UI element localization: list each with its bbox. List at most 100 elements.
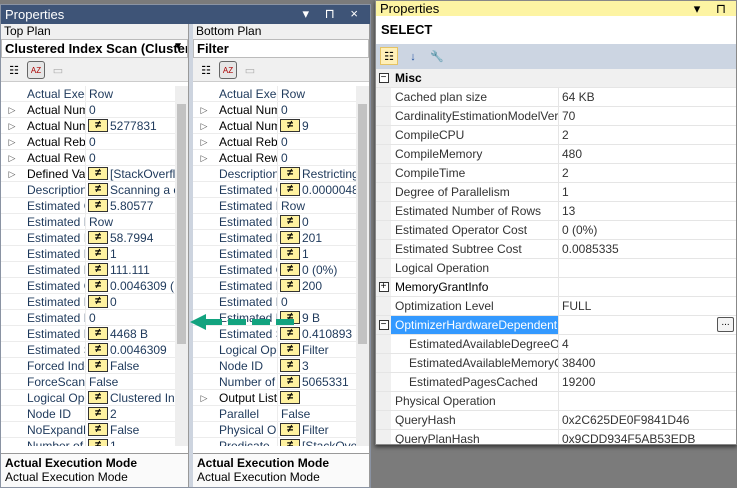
ellipsis-button[interactable]: ... [717, 317, 734, 332]
property-row[interactable]: Estimated Rebinds≠200 [193, 278, 356, 294]
property-row[interactable]: ▷Actual Rewinds0 [193, 150, 356, 166]
window-controls[interactable]: ▾ ⊓ × [303, 6, 364, 22]
property-row[interactable]: ▷Actual Number of Rows≠9 [193, 118, 356, 134]
property-row[interactable]: Actual Execution ModeRow [193, 86, 356, 102]
alphabetical-sort-icon[interactable]: AZ [27, 61, 45, 79]
property-row[interactable]: Estimated Number of Executions≠201 [193, 230, 356, 246]
property-row[interactable]: EstimatedPagesCached 19200 [376, 373, 736, 392]
vertical-scrollbar[interactable] [356, 86, 369, 446]
property-row[interactable]: Logical Operation [376, 259, 736, 278]
property-row[interactable]: CompileTime 2 [376, 164, 736, 183]
property-row[interactable]: −OptimizerHardwareDependentProperties... [376, 316, 736, 335]
alphabetical-sort-icon[interactable]: ↓ [404, 47, 422, 65]
window-controls[interactable]: ▾ ⊓ [694, 1, 732, 16]
property-row[interactable]: Node ID ≠ 3 [193, 358, 356, 374]
property-row[interactable]: Degree of Parallelism 1 [376, 183, 736, 202]
property-row[interactable]: Optimization Level FULL [376, 297, 736, 316]
property-row[interactable]: EstimatedAvailableMemoryGrant38400 [376, 354, 736, 373]
property-row[interactable]: Cached plan size 64 KB [376, 88, 736, 107]
property-row[interactable]: Estimated Operator Cost≠0 (0%) [193, 262, 356, 278]
property-row[interactable]: ▷Actual Rebinds0 [193, 134, 356, 150]
expand-arrow-icon[interactable]: ▷ [193, 390, 215, 405]
property-row[interactable]: ▷Actual Rebinds0 [1, 134, 175, 150]
object-selector[interactable]: SELECT [376, 16, 736, 44]
property-row[interactable]: Estimated Operator Cost≠0.0046309 ( [1, 278, 175, 294]
property-row[interactable]: Number of Executions≠5065331 [193, 374, 356, 390]
collapse-icon[interactable]: − [378, 73, 389, 83]
property-row[interactable]: Estimated Operator Cost 0 (0%) [376, 221, 736, 240]
expand-arrow-icon[interactable]: ▷ [1, 134, 23, 149]
property-row[interactable]: Actual Execution ModeRow [1, 86, 175, 102]
expand-arrow-icon[interactable]: ▷ [1, 150, 23, 165]
property-row[interactable]: CompileCPU 2 [376, 126, 736, 145]
expand-arrow-icon[interactable]: ▷ [1, 166, 23, 181]
property-row[interactable]: Estimated Subtree Cost≠0.0046309 [1, 342, 175, 358]
property-row[interactable]: ▷Defined Values≠[StackOverflow] [1, 166, 175, 182]
expand-arrow-icon[interactable]: ▷ [1, 118, 23, 133]
property-row[interactable]: NoExpandHint≠False [1, 422, 175, 438]
property-row[interactable]: Parallel False [193, 406, 356, 422]
property-row[interactable]: Estimated Rewinds0 [193, 294, 356, 310]
property-row[interactable]: Estimated I/O Cost≠58.7994 [1, 230, 175, 246]
property-row[interactable]: Estimated CPU Cost≠5.80577 [1, 198, 175, 214]
property-row[interactable]: Estimated CPU Cost≠0.0000048 [193, 182, 356, 198]
property-row[interactable]: Estimated Row Size≠4468 B [1, 326, 175, 342]
property-row[interactable]: QueryHash 0x2C625DE0F9841D46 [376, 411, 736, 430]
property-row[interactable]: ForceScan False [1, 374, 175, 390]
property-row[interactable]: ▷ Output List ≠ [193, 390, 356, 406]
vertical-scrollbar[interactable] [175, 86, 188, 446]
property-row[interactable]: Physical Operation≠Filter [193, 422, 356, 438]
property-row[interactable]: Estimated Rewinds0 [1, 310, 175, 326]
property-pages-icon[interactable]: 🔧 [428, 47, 446, 65]
alphabetical-sort-icon[interactable]: AZ [219, 61, 237, 79]
scrollbar-thumb[interactable] [177, 104, 186, 344]
expand-arrow-icon[interactable]: ▷ [193, 150, 215, 165]
property-row[interactable]: ▷Actual Number of Batches0 [193, 102, 356, 118]
expand-arrow-icon[interactable]: ▷ [1, 102, 23, 117]
property-row[interactable]: + MemoryGrantInfo [376, 278, 736, 297]
property-row[interactable]: Estimated Number of Rows≠1 [193, 246, 356, 262]
property-row[interactable]: Logical Operation≠Filter [193, 342, 356, 358]
property-row[interactable]: Estimated Number of Rows 13 [376, 202, 736, 221]
categorized-icon[interactable]: ☷ [5, 61, 23, 79]
property-row[interactable]: QueryPlanHash 0x9CDD934F5AB53EDB [376, 430, 736, 444]
property-row[interactable]: CompileMemory 480 [376, 145, 736, 164]
collapse-icon[interactable]: − [378, 320, 389, 330]
property-row[interactable]: CardinalityEstimationModelVersion70 [376, 107, 736, 126]
property-pages-icon[interactable]: ▭ [241, 61, 259, 79]
scrollbar-thumb[interactable] [358, 104, 367, 344]
expand-arrow-icon[interactable]: ▷ [193, 134, 215, 149]
description-title: Actual Execution Mode [5, 456, 138, 470]
property-row[interactable]: Logical Operation≠Clustered Index Scan [1, 390, 175, 406]
property-row[interactable]: Description≠Restricting the set of rows [193, 166, 356, 182]
chevron-down-icon[interactable]: ▼ [173, 41, 183, 52]
property-row[interactable]: Estimated Rebinds≠0 [1, 294, 175, 310]
row-gutter: − [376, 316, 391, 334]
property-row[interactable]: Estimated Execution ModeRow [193, 198, 356, 214]
property-row[interactable]: Estimated Number of Executions≠1 [1, 246, 175, 262]
property-row[interactable]: Number of Executions≠1 [1, 438, 175, 446]
property-row[interactable]: Node ID ≠ 2 [1, 406, 175, 422]
property-row[interactable]: EstimatedAvailableDegreeOfParallelism4 [376, 335, 736, 354]
property-row[interactable]: Predicate≠[StackOverflow] [193, 438, 356, 446]
property-row[interactable]: ▷Actual Number of Rows≠5277831 [1, 118, 175, 134]
property-row[interactable]: ▷Actual Rewinds0 [1, 150, 175, 166]
property-pages-icon[interactable]: ▭ [49, 61, 67, 79]
property-row[interactable]: Physical Operation [376, 392, 736, 411]
expand-icon[interactable]: + [378, 282, 389, 292]
property-row[interactable]: − Misc [376, 69, 736, 88]
property-row[interactable]: Estimated Number of Rows≠111.111 [1, 262, 175, 278]
categorized-icon[interactable]: ☷ [197, 61, 215, 79]
property-row[interactable]: Description≠Scanning a clustered index [1, 182, 175, 198]
row-gutter: − [376, 69, 391, 87]
categorized-icon[interactable]: ☷ [380, 47, 398, 65]
expand-arrow-icon[interactable]: ▷ [193, 118, 215, 133]
expand-arrow-icon[interactable]: ▷ [193, 102, 215, 117]
property-row[interactable]: Estimated Subtree Cost 0.0085335 [376, 240, 736, 259]
property-row[interactable]: ▷Actual Number of Batches0 [1, 102, 175, 118]
property-row[interactable]: Estimated I/O Cost≠0 [193, 214, 356, 230]
property-row[interactable]: Forced Index≠False [1, 358, 175, 374]
property-row[interactable]: Estimated Execution ModeRow [1, 214, 175, 230]
node-selector[interactable]: Clustered Index Scan (Clustered)▼ [1, 39, 188, 58]
node-selector[interactable]: Filter [193, 39, 369, 58]
